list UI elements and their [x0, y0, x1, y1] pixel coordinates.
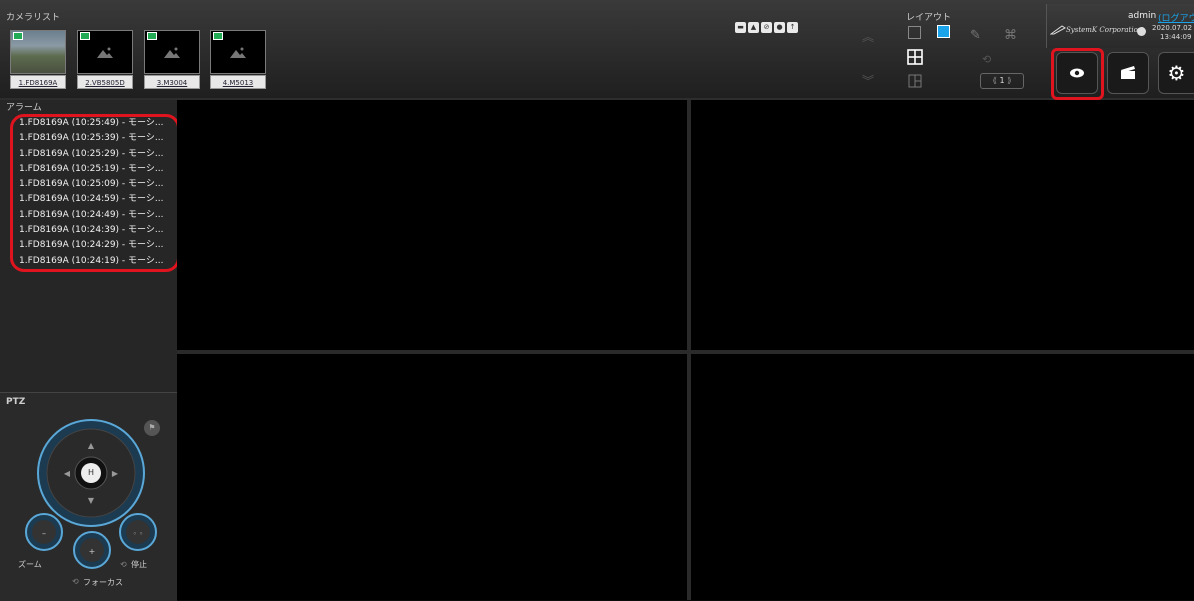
video-cell-1[interactable] — [177, 100, 687, 350]
fullscreen-icon[interactable]: ⌘ — [1004, 28, 1017, 43]
image-placeholder-icon — [164, 47, 180, 58]
camera-thumb-4[interactable]: 4.M5013 — [210, 30, 266, 90]
clock-icon — [1137, 27, 1146, 36]
no-edit-icon[interactable]: ✎ — [970, 28, 981, 43]
grid-divider-horizontal — [177, 350, 1194, 354]
zoom-label: ズーム — [18, 560, 42, 569]
settings-button[interactable]: ⚙ — [1158, 52, 1194, 94]
svg-text:+: + — [89, 547, 96, 556]
video-cell-2[interactable] — [691, 100, 1194, 350]
focus-label: フォーカス — [83, 578, 123, 587]
svg-text:▲: ▲ — [88, 441, 95, 450]
username: admin — [1128, 11, 1157, 21]
layout-1x1-icon[interactable] — [908, 26, 921, 39]
scroll-down-icon[interactable]: ︾ — [862, 72, 874, 89]
layout-custom-icon[interactable] — [937, 25, 950, 38]
camera-thumb-2[interactable]: 2.VB5805D — [77, 30, 133, 90]
sequence-icon[interactable]: ⟲ — [982, 53, 991, 66]
alarm-title: アラーム — [6, 103, 42, 113]
video-cell-4[interactable] — [691, 354, 1194, 600]
playback-button[interactable] — [1107, 52, 1149, 94]
camera-label[interactable]: 2.VB5805D — [77, 75, 133, 89]
pin-icon[interactable]: ↑ — [787, 22, 798, 33]
camera-label[interactable]: 1.FD8169A — [10, 75, 66, 89]
page-selector[interactable]: ⟪ 1 ⟫ — [980, 73, 1024, 89]
focus-dial[interactable]: + — [72, 530, 112, 570]
focus-reset-icon[interactable]: ⟲ — [72, 577, 79, 586]
date-text: 2020.07.02 — [1152, 24, 1193, 32]
company-logo-icon — [1050, 25, 1066, 35]
highlight-live-view — [1051, 48, 1104, 100]
recording-icon — [80, 32, 90, 40]
disable-icon[interactable]: ⊘ — [761, 22, 772, 33]
svg-text:–: – — [42, 529, 46, 538]
layout-split-icon[interactable] — [908, 74, 922, 88]
layout-2x2-icon[interactable] — [907, 49, 923, 65]
camera-thumb-1[interactable]: 1.FD8169A — [10, 30, 66, 90]
highlight-alarm-list — [10, 114, 180, 272]
time-text: 13:44:09 — [1160, 33, 1192, 41]
preset-flag-icon[interactable]: ⚑ — [144, 420, 160, 436]
camera-toolbar: ▬ ▲ ⊘ ● ↑ — [735, 14, 800, 33]
stop-icon[interactable]: ⟲ — [120, 560, 127, 569]
ptz-title: PTZ — [6, 397, 26, 407]
gear-icon: ⚙ — [1167, 61, 1186, 85]
svg-text:◦ ◦: ◦ ◦ — [133, 530, 143, 538]
camera-label[interactable]: 3.M3004 — [144, 75, 200, 89]
camera-list-title: カメラリスト — [6, 13, 61, 23]
camera-label[interactable]: 4.M5013 — [210, 75, 266, 89]
camera-thumb-3[interactable]: 3.M3004 — [144, 30, 200, 90]
company-name: SystemK Corporation — [1066, 26, 1143, 34]
iris-dial[interactable]: ◦ ◦ — [118, 512, 158, 552]
svg-text:▶: ▶ — [112, 469, 119, 478]
svg-text:◀: ◀ — [64, 469, 71, 478]
record-icon[interactable]: ▬ — [735, 22, 746, 33]
stop-label[interactable]: 停止 — [131, 559, 147, 570]
scroll-up-icon[interactable]: ︽ — [862, 28, 874, 45]
snapshot-icon[interactable]: ▲ — [748, 22, 759, 33]
video-cell-3[interactable] — [177, 354, 687, 600]
page-number: 1 — [999, 76, 1005, 85]
clapperboard-icon — [1121, 66, 1135, 79]
recording-icon — [147, 32, 157, 40]
recording-icon — [13, 32, 23, 40]
recording-icon — [213, 32, 223, 40]
svg-text:▼: ▼ — [88, 496, 95, 505]
zoom-dial[interactable]: – — [24, 512, 64, 552]
layout-title: レイアウト — [906, 13, 952, 23]
image-placeholder-icon — [97, 47, 113, 58]
logout-link[interactable]: (ログアウ — [1158, 11, 1194, 24]
ptz-home-label[interactable]: H — [86, 468, 96, 477]
image-placeholder-icon — [230, 47, 246, 58]
circle-icon[interactable]: ● — [774, 22, 785, 33]
